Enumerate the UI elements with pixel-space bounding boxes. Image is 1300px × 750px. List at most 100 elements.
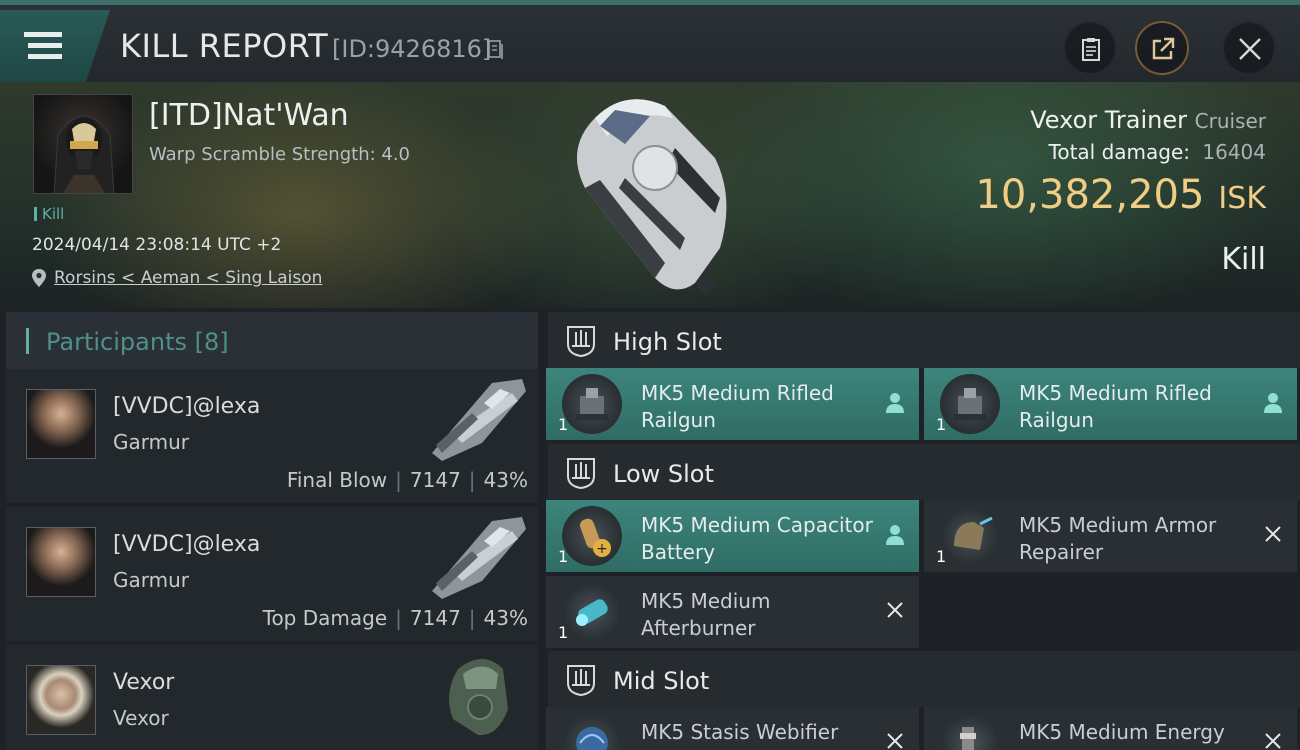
copy-icon[interactable] — [488, 39, 504, 59]
pilot-icon — [886, 525, 904, 545]
mid-slot-header: Mid Slot — [548, 651, 1300, 707]
slot-icon — [567, 665, 595, 697]
module-qty: 1 — [936, 547, 947, 566]
high-slot-header: High Slot — [548, 312, 1300, 368]
module-icon — [562, 713, 622, 750]
participant-stats: Top Damage | 7147 | 43% — [262, 606, 528, 630]
participants-panel: Participants [8] [VVDC]@lexa Garmur Fina… — [0, 308, 542, 750]
slot-icon — [567, 458, 595, 490]
module-name: MK5 Stasis Webifier — [641, 720, 839, 744]
module-icon — [562, 582, 622, 642]
ship-class: Cruiser — [1194, 109, 1266, 133]
module-name: MK5 Medium Armor Repairer — [1019, 513, 1217, 564]
notes-button[interactable] — [1063, 21, 1117, 75]
title-bar: KILL REPORT [ID:9426816] — [0, 0, 1300, 82]
participant-ship: Garmur — [113, 568, 190, 592]
module-name: MK5 Medium Rifled Railgun — [1019, 381, 1212, 432]
module-icon — [940, 374, 1000, 434]
pilot-icon — [1264, 393, 1282, 413]
module-name: MK5 Medium Afterburner — [641, 589, 771, 640]
participant-name: [VVDC]@lexa — [113, 532, 261, 557]
low-slot-label: Low Slot — [613, 460, 714, 488]
participant-damage: 7147 — [409, 468, 461, 492]
close-button[interactable] — [1222, 21, 1276, 75]
total-damage-value: 16404 — [1202, 140, 1266, 164]
module-card[interactable]: + 1 MK5 Medium Capacitor Battery — [546, 500, 919, 572]
destroyed-x-icon — [887, 602, 903, 618]
module-qty: 1 — [558, 415, 569, 434]
result-label: Kill — [1221, 242, 1266, 277]
mid-slot-label: Mid Slot — [613, 667, 710, 695]
module-card[interactable]: MK5 Medium Energy — [924, 707, 1297, 750]
participant-ship-image — [432, 517, 526, 599]
module-icon — [940, 506, 1000, 566]
module-qty: 1 — [936, 415, 947, 434]
pilot-icon — [886, 393, 904, 413]
participant-percent: 43% — [483, 468, 528, 492]
share-button[interactable] — [1135, 21, 1189, 75]
svg-text:+: + — [596, 541, 608, 557]
module-qty: 1 — [558, 623, 569, 642]
isk-value: 10,382,205 ISK — [975, 172, 1266, 218]
close-icon — [1239, 38, 1261, 60]
participant-ship-image — [449, 659, 508, 736]
destroyed-x-icon — [1265, 526, 1281, 542]
participant-role: Final Blow — [286, 468, 388, 492]
module-icon — [562, 374, 622, 434]
report-id: [ID:9426816] — [332, 35, 492, 63]
fitting-panel: High Slot 1 MK5 Medium Rifled Railgun 1 … — [542, 308, 1300, 750]
module-name: MK5 Medium Energy — [1019, 720, 1225, 744]
participant-avatar — [26, 527, 96, 597]
participant-avatar — [26, 389, 96, 459]
victim-ship-image — [577, 99, 727, 296]
participant-row[interactable]: [VVDC]@lexa Garmur Final Blow | 7147 | 43% — [6, 369, 538, 503]
high-slot-label: High Slot — [613, 328, 722, 356]
slot-icon — [567, 326, 595, 358]
victim-name[interactable]: [ITD]Nat'Wan — [149, 98, 349, 133]
module-card[interactable]: 1 MK5 Medium Rifled Railgun — [546, 368, 919, 440]
participant-role: Top Damage — [262, 606, 388, 630]
page-title: KILL REPORT — [120, 27, 329, 65]
isk-amount: 10,382,205 — [975, 172, 1205, 218]
participants-header[interactable]: Participants [8] — [6, 312, 538, 370]
kill-timestamp: 2024/04/14 23:08:14 UTC +2 — [32, 235, 282, 255]
participants-title: Participants [8] — [46, 328, 229, 356]
participant-percent: 43% — [483, 606, 528, 630]
participants-count: [8] — [194, 328, 229, 356]
participant-row[interactable]: [VVDC]@lexa Garmur Top Damage | 7147 | 43% — [6, 507, 538, 641]
module-name: MK5 Medium Capacitor Battery — [641, 513, 873, 564]
kill-tag: Kill — [34, 205, 64, 223]
module-qty: 1 — [558, 547, 569, 566]
participant-ship: Vexor — [113, 706, 169, 730]
module-name: MK5 Medium Rifled Railgun — [641, 381, 834, 432]
participant-ship-image — [432, 379, 526, 461]
destroyed-x-icon — [1265, 733, 1281, 749]
participant-row[interactable]: Vexor Vexor — [6, 645, 538, 750]
pin-icon — [32, 269, 46, 287]
participant-damage: 7147 — [409, 606, 461, 630]
module-icon — [940, 713, 1000, 750]
module-card[interactable]: 1 MK5 Medium Armor Repairer — [924, 500, 1297, 572]
module-card[interactable]: 1 MK5 Medium Afterburner — [546, 576, 919, 648]
total-damage: Total damage: 16404 — [1049, 140, 1266, 164]
low-slot-header: Low Slot — [548, 444, 1300, 500]
ship-name[interactable]: Vexor Trainer Cruiser — [1030, 106, 1266, 134]
participant-ship: Garmur — [113, 430, 190, 454]
total-damage-label: Total damage: — [1048, 140, 1191, 164]
warp-scramble-strength: Warp Scramble Strength: 4.0 — [149, 144, 411, 165]
share-icon — [1152, 37, 1175, 60]
location-link[interactable]: Rorsins < Aeman < Sing Laison — [54, 268, 322, 288]
destroyed-x-icon — [887, 733, 903, 749]
victim-portrait[interactable] — [33, 94, 133, 194]
menu-button[interactable] — [0, 10, 110, 82]
ship-type: Vexor Trainer — [1030, 106, 1187, 134]
module-card[interactable]: 1 MK5 Medium Rifled Railgun — [924, 368, 1297, 440]
module-icon: + — [562, 506, 622, 566]
kill-summary: [ITD]Nat'Wan Warp Scramble Strength: 4.0… — [0, 82, 1300, 308]
isk-unit: ISK — [1218, 181, 1266, 216]
participant-stats: Final Blow | 7147 | 43% — [286, 468, 528, 492]
participant-name: Vexor — [113, 670, 175, 695]
participant-avatar — [26, 665, 96, 735]
participant-name: [VVDC]@lexa — [113, 394, 261, 419]
module-card[interactable]: MK5 Stasis Webifier — [546, 707, 919, 750]
